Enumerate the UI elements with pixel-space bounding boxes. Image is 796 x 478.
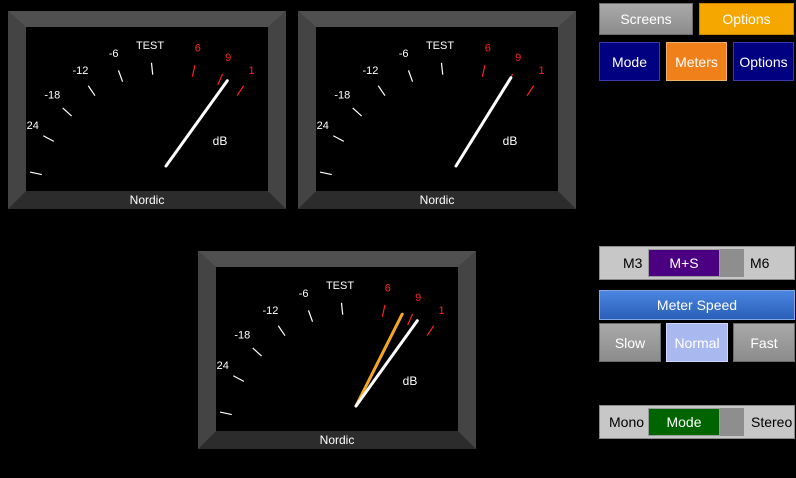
meter-unit-label: dB <box>403 374 418 388</box>
scale-label: -12 <box>362 65 378 77</box>
vu-meter-3: 0-24-18-12-6TEST691dBNordic <box>198 251 476 449</box>
vu-meter-3-face: 0-24-18-12-6TEST691dBNordic <box>198 251 476 449</box>
scale-label: -18 <box>334 90 350 102</box>
scale-label: -18 <box>44 90 60 102</box>
scale-label: TEST <box>426 40 454 52</box>
stereo-mode-panel: Mono Mode Stereo <box>599 405 795 439</box>
scale-label: -18 <box>234 330 250 342</box>
meter-bezel-left <box>298 11 316 209</box>
meters-tab[interactable]: Meters <box>666 42 727 81</box>
meter-bezel-top <box>8 11 286 27</box>
scale-label: 6 <box>485 42 491 54</box>
meter-unit-label: dB <box>213 134 228 148</box>
stereo-mode-slot <box>720 408 744 436</box>
vu-meter-1: 0-24-18-12-6TEST691dBNordic <box>8 11 286 209</box>
options-top-button[interactable]: Options <box>699 3 794 35</box>
scale-label: 9 <box>225 52 231 64</box>
meter-unit-label: dB <box>503 134 518 148</box>
scale-label: 1 <box>248 65 254 77</box>
scale-label: -6 <box>399 48 409 60</box>
mode-select-panel: M3 M+S M6 <box>599 246 795 280</box>
meter-bezel-right <box>558 11 576 209</box>
scale-label: -6 <box>109 48 119 60</box>
mono-label[interactable]: Mono <box>609 414 644 430</box>
meter-name-label: Nordic <box>130 193 165 207</box>
mode-select-slot <box>720 249 744 277</box>
scale-label: 6 <box>195 42 201 54</box>
vu-meter-2: 0-24-18-12-6TEST691dBNordic <box>298 11 576 209</box>
speed-normal-button[interactable]: Normal <box>666 323 728 362</box>
meter-speed-header: Meter Speed <box>599 290 795 320</box>
scale-label: TEST <box>326 280 354 292</box>
vu-meter-2-face: 0-24-18-12-6TEST691dBNordic <box>298 11 576 209</box>
stereo-mode-toggle[interactable]: Mode <box>648 408 720 436</box>
meter-bezel-left <box>198 251 216 449</box>
scale-label: 9 <box>415 292 421 304</box>
scale-label: 6 <box>385 282 391 294</box>
scale-label: -6 <box>299 288 309 300</box>
speed-fast-button[interactable]: Fast <box>733 323 795 362</box>
scale-label: -12 <box>262 305 278 317</box>
mode-ms-button[interactable]: M+S <box>648 249 720 277</box>
screens-button[interactable]: Screens <box>599 3 693 35</box>
scale-label: -12 <box>72 65 88 77</box>
scale-label: 1 <box>438 305 444 317</box>
meter-bezel-top <box>298 11 576 27</box>
stereo-label[interactable]: Stereo <box>751 414 792 430</box>
scale-label: 1 <box>538 65 544 77</box>
speed-slow-button[interactable]: Slow <box>599 323 661 362</box>
scale-label: 9 <box>515 52 521 64</box>
meter-bezel-right <box>458 251 476 449</box>
meter-bezel-left <box>8 11 26 209</box>
meter-name-label: Nordic <box>320 433 355 447</box>
mode-m6-label[interactable]: M6 <box>750 255 769 271</box>
scale-label: TEST <box>136 40 164 52</box>
meter-bezel-right <box>268 11 286 209</box>
meter-bezel-top <box>198 251 476 267</box>
mode-m3-label[interactable]: M3 <box>623 255 642 271</box>
vu-meter-1-face: 0-24-18-12-6TEST691dBNordic <box>8 11 286 209</box>
mode-tab[interactable]: Mode <box>599 42 660 81</box>
meter-name-label: Nordic <box>420 193 455 207</box>
options-tab[interactable]: Options <box>733 42 794 81</box>
